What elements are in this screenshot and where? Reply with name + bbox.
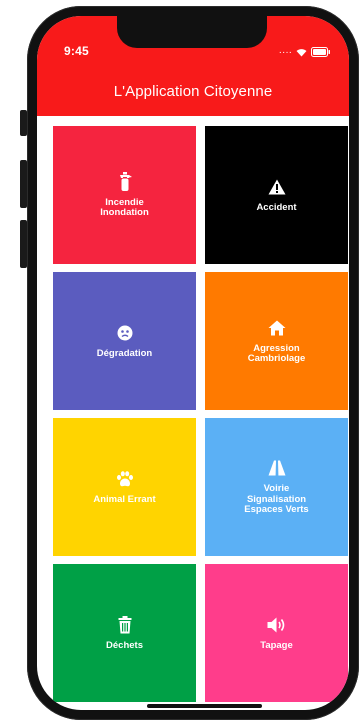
home-icon	[267, 318, 287, 338]
status-time: 9:45	[64, 44, 89, 58]
wifi-icon	[296, 44, 307, 62]
tile-label: Agression Cambriolage	[247, 342, 306, 364]
camera-notch	[117, 16, 267, 48]
app-header: 9:45 ···· L'Application Citoyenne	[37, 16, 349, 116]
volume-up-button	[20, 160, 27, 208]
speaker-icon	[267, 615, 287, 635]
app-title: L'Application Citoyenne	[113, 83, 273, 100]
paw-icon	[115, 469, 135, 489]
tile-label: Voirie Signalisation Espaces Verts	[244, 483, 309, 516]
fire-extinguisher-icon	[115, 171, 135, 192]
damage-icon	[115, 323, 135, 343]
tile-accident[interactable]: Accident	[205, 126, 348, 264]
phone-screen: 9:45 ···· L'Application Citoyenne Incend…	[37, 16, 349, 710]
tile-agression-cambriolage[interactable]: Agression Cambriolage	[205, 272, 348, 410]
silent-switch	[20, 110, 27, 136]
tile-label: Accident	[256, 201, 297, 213]
warning-icon	[267, 177, 287, 197]
category-grid: Incendie Inondation Accident Dégradation…	[53, 126, 349, 702]
phone-frame: 9:45 ···· L'Application Citoyenne Incend…	[27, 6, 359, 720]
volume-down-button	[20, 220, 27, 268]
tile-label: Tapage	[260, 639, 293, 651]
signal-icon: ····	[278, 47, 292, 58]
tile-animal-errant[interactable]: Animal Errant	[53, 418, 196, 556]
trash-icon	[115, 615, 135, 635]
road-icon	[267, 458, 287, 478]
home-indicator[interactable]	[147, 704, 262, 708]
status-indicators: ····	[279, 44, 331, 62]
tile-dechets[interactable]: Déchets	[53, 564, 196, 702]
tile-label: Animal Errant	[93, 493, 156, 505]
battery-icon	[311, 44, 331, 62]
tile-label: Incendie Inondation	[100, 196, 149, 218]
tile-voirie[interactable]: Voirie Signalisation Espaces Verts	[205, 418, 348, 556]
tile-label: Dégradation	[96, 347, 153, 359]
tile-tapage[interactable]: Tapage	[205, 564, 348, 702]
tile-incendie-inondation[interactable]: Incendie Inondation	[53, 126, 196, 264]
tile-label: Déchets	[106, 639, 143, 651]
tile-degradation[interactable]: Dégradation	[53, 272, 196, 410]
